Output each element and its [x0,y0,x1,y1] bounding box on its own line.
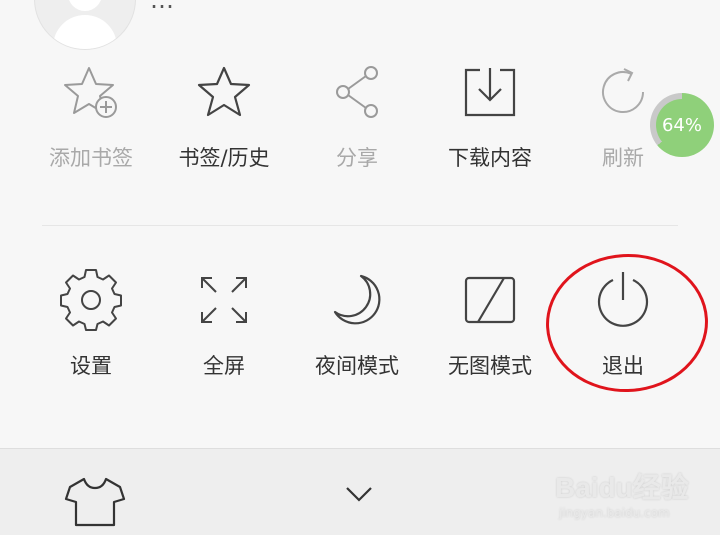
settings-label: 设置 [70,354,112,378]
night-mode-button[interactable]: 夜间模式 [290,268,424,388]
star-icon [197,66,251,117]
settings-button[interactable]: 设置 [24,268,158,388]
refresh-label: 刷新 [602,146,644,170]
moon-icon [333,274,381,325]
night-mode-label: 夜间模式 [315,354,399,378]
baidu-watermark: Baidu经验 jingyan.baidu.com [555,458,715,528]
add-bookmark-label: 添加书签 [49,146,133,170]
exit-label: 退出 [602,354,644,378]
refresh-icon [602,68,644,113]
fullscreen-icon [201,277,247,323]
downloads-label: 下载内容 [448,146,532,170]
star-add-icon [64,67,117,118]
menu-divider [42,225,678,226]
share-icon [336,66,378,118]
fullscreen-label: 全屏 [203,354,245,378]
watermark-main-text: Baidu经验 [555,472,689,503]
bookmarks-history-label: 书签/历史 [178,146,270,170]
menu-row-2: 设置 全屏 夜间模式 无图模式 退出 [24,268,692,388]
share-label: 分享 [336,146,378,170]
shirt-icon[interactable] [64,475,126,529]
avatar[interactable] [34,0,136,50]
progress-text: 64% [656,99,708,151]
download-icon [464,68,516,117]
watermark-sub-text: jingyan.baidu.com [559,506,670,520]
add-bookmark-button[interactable]: 添加书签 [24,60,158,180]
power-icon [597,272,649,327]
bookmarks-history-button[interactable]: 书签/历史 [157,60,291,180]
no-image-mode-label: 无图模式 [448,354,532,378]
progress-indicator: 64% [650,93,714,157]
no-image-icon [464,276,516,324]
chevron-down-icon[interactable] [343,483,375,505]
fullscreen-button[interactable]: 全屏 [157,268,291,388]
top-partial-text: … [150,0,176,8]
no-image-mode-button[interactable]: 无图模式 [423,268,557,388]
share-button[interactable]: 分享 [290,60,424,180]
gear-icon [60,269,122,331]
menu-row-1: 添加书签 书签/历史 分享 下载内容 刷新 [24,60,692,180]
avatar-head [68,0,102,11]
downloads-button[interactable]: 下载内容 [423,60,557,180]
avatar-body [53,15,117,49]
exit-button[interactable]: 退出 [556,268,690,388]
